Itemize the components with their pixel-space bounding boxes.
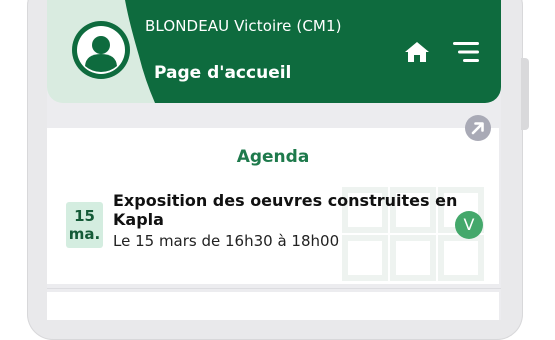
user-name: BLONDEAU Victoire (CM1) — [145, 17, 342, 35]
home-icon — [405, 42, 429, 62]
expand-button[interactable] — [465, 115, 491, 141]
menu-icon — [453, 42, 479, 62]
status-badge: V — [455, 211, 483, 239]
expand-arrow-icon — [471, 122, 484, 135]
header: BLONDEAU Victoire (CM1) Page d'accueil — [47, 0, 501, 103]
date-badge: 15 ma. — [66, 202, 103, 248]
menu-button[interactable] — [452, 40, 480, 64]
phone-side-button — [521, 58, 529, 130]
app-screen: BLONDEAU Victoire (CM1) Page d'accueil A… — [47, 0, 501, 320]
divider — [47, 288, 501, 289]
agenda-card: Agenda 15 ma. Exposition des oeuvres con… — [47, 115, 499, 284]
page-title: Page d'accueil — [154, 63, 292, 83]
event-day: 15 — [74, 207, 95, 225]
user-icon — [77, 26, 125, 74]
next-card — [47, 292, 499, 320]
avatar[interactable] — [72, 21, 130, 79]
agenda-title: Agenda — [236, 147, 310, 167]
event-month: ma. — [68, 225, 101, 243]
event-time: Le 15 mars de 16h30 à 18h00 — [113, 232, 340, 250]
home-button[interactable] — [404, 40, 430, 64]
event-title: Exposition des oeuvres construites en Ka… — [113, 191, 458, 229]
